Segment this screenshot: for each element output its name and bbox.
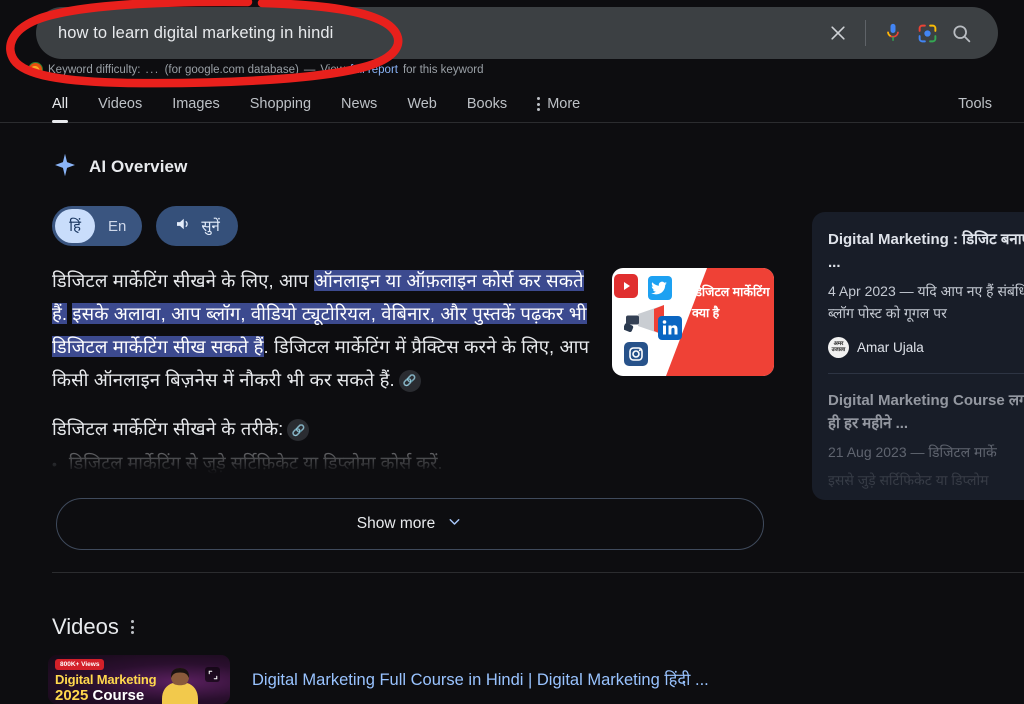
bullet-text: डिजिटल मार्केटिंग से जुड़े सर्टिफ़िकेट य… (68, 453, 443, 474)
ai-sparkle-icon (52, 152, 78, 183)
tab-shopping[interactable]: Shopping (250, 86, 311, 122)
tab-images[interactable]: Images (172, 86, 220, 122)
tab-label: Books (466, 96, 508, 112)
search-box-actions (821, 7, 998, 59)
source-item[interactable]: Digital Marketing : डिजिट बनाएंगे ... 4 … (828, 228, 1024, 358)
mic-icon[interactable] (876, 16, 910, 50)
tab-label: Videos (98, 96, 143, 112)
tab-videos[interactable]: Videos (98, 86, 142, 122)
video-thumbnail[interactable]: 800K+ Views Digital Marketing 2025 Cours… (48, 655, 230, 704)
keyword-difficulty-view: View (320, 63, 346, 76)
tab-label: Images (172, 96, 220, 112)
lens-icon[interactable] (910, 16, 944, 50)
source-title[interactable]: Digital Marketing : डिजिट बनाएंगे ... (828, 228, 1024, 274)
search-box[interactable]: how to learn digital marketing in hindi (36, 7, 998, 59)
source-snippet-2: इससे जुड़े सर्टिफिकेट या डिप्लोम (828, 472, 989, 488)
video-views-badge: 800K+ Views (55, 659, 105, 670)
show-more-button[interactable]: Show more (56, 498, 764, 550)
ai-overview-paragraph: डिजिटल मार्केटिंग सीखने के लिए, आप ऑनलाइ… (52, 264, 600, 396)
bullet-marker: • (52, 456, 57, 473)
keyword-difficulty-label: Keyword difficulty: (48, 63, 141, 76)
publisher-favicon-icon: अमर उजाला (828, 337, 849, 358)
ai-overview-sources-card: Digital Marketing : डिजिट बनाएंगे ... 4 … (812, 212, 1024, 500)
ai-overview-header: AI Overview (52, 152, 782, 182)
search-tabs: All Videos Images Shopping News Web Book… (52, 86, 610, 123)
full-report-link[interactable]: full report (350, 64, 398, 76)
clear-icon[interactable] (821, 16, 855, 50)
linkedin-icon (658, 316, 682, 340)
section-divider (52, 572, 1024, 573)
ai-overview-panel: AI Overview हिं En सुनें डिजिटल मार्केटि… (52, 152, 782, 477)
ai-overview-subheading: डिजिटल मार्केटिंग सीखने के तरीके: 🔗 (52, 416, 782, 442)
language-toggle[interactable]: हिं En (52, 206, 143, 246)
thumbnail-year: 2025 (55, 687, 89, 704)
search-icon[interactable] (944, 16, 978, 50)
keyword-difficulty-suffix: for this keyword (402, 63, 484, 76)
twitter-icon (648, 276, 672, 300)
tab-label: Shopping (249, 96, 312, 112)
thumbnail-text: डिजिटल मार्केटिंग क्या है (692, 285, 770, 320)
search-input[interactable]: how to learn digital marketing in hindi (58, 24, 821, 43)
tab-label: More (547, 96, 581, 112)
source-link-icon[interactable]: 🔗 (398, 370, 421, 393)
ai-overview-body: डिजिटल मार्केटिंग सीखने के लिए, आप ऑनलाइ… (52, 264, 782, 477)
video-result-row[interactable]: 800K+ Views Digital Marketing 2025 Cours… (48, 655, 709, 704)
tab-news[interactable]: News (341, 86, 377, 122)
ai-overview-controls: हिं En सुनें (52, 206, 782, 246)
videos-section-header: Videos (52, 614, 134, 640)
source-link-icon-2[interactable]: 🔗 (287, 419, 310, 442)
tab-label: All (52, 96, 69, 112)
thumbnail-line-1: Digital Marketing (55, 672, 157, 687)
tab-web[interactable]: Web (407, 86, 437, 122)
source-title[interactable]: Digital Marketing Course लगते ही हर महीन… (828, 389, 1024, 435)
source-snippet: 21 Aug 2023 — डिजिटल मार्के (828, 444, 997, 460)
ai-overview-title: AI Overview (89, 157, 188, 176)
kebab-icon (537, 97, 541, 111)
search-tabs-bar: All Videos Images Shopping News Web Book… (0, 86, 1024, 123)
tab-more[interactable]: More (537, 86, 580, 122)
chevron-down-icon (446, 513, 463, 535)
tools-label: Tools (958, 96, 992, 112)
tab-label: Web (407, 96, 437, 112)
speaker-icon (174, 215, 192, 237)
ai-overview-thumbnail[interactable]: डिजिटल मार्केटिंग क्या है (612, 268, 774, 376)
source-divider (828, 373, 1024, 374)
language-option-hindi[interactable]: हिं (55, 209, 95, 243)
thumbnail-course: Course (88, 687, 145, 704)
subheading-text: डिजिटल मार्केटिंग सीखने के तरीके: (52, 418, 284, 439)
keyword-difficulty-dash: — (303, 63, 316, 76)
language-option-english[interactable]: En (95, 209, 139, 243)
videos-heading: Videos (52, 614, 119, 639)
youtube-icon (614, 274, 638, 298)
ai-overview-bullet-faded: • डिजिटल मार्केटिंग से जुड़े सर्टिफ़िकेट… (52, 451, 782, 477)
keyword-difficulty-database: (for google.com database) (164, 63, 299, 76)
seo-extension-icon (28, 62, 43, 77)
tools-button[interactable]: Tools (958, 86, 992, 122)
para-part-1: डिजिटल मार्केटिंग सीखने के लिए, आप (52, 270, 314, 291)
publisher-name: Amar Ujala (857, 340, 924, 355)
presenter-photo (162, 668, 198, 704)
google-search-results-page: how to learn digital marketing in hindi (0, 0, 1024, 704)
source-item[interactable]: Digital Marketing Course लगते ही हर महीन… (828, 389, 1024, 491)
thumbnail-line-2: 2025 Course (55, 687, 144, 704)
show-more-label: Show more (356, 515, 436, 532)
instagram-icon (624, 342, 648, 366)
tab-label: News (341, 96, 378, 112)
listen-button[interactable]: सुनें (156, 206, 238, 246)
divider (865, 20, 866, 46)
videos-kebab-icon[interactable] (130, 620, 134, 634)
source-publisher: अमर उजाला Amar Ujala (828, 337, 1024, 358)
expand-icon[interactable] (205, 667, 220, 682)
keyword-difficulty-value: ... (145, 63, 160, 76)
keyword-difficulty-row: Keyword difficulty: ... (for google.com … (28, 62, 484, 77)
tab-all[interactable]: All (52, 86, 69, 123)
listen-label: सुनें (201, 218, 220, 235)
source-snippet: 4 Apr 2023 — यदि आप नए हैं संबंधित ब्लॉग… (828, 283, 1024, 321)
tab-books[interactable]: Books (467, 86, 507, 122)
video-title-link[interactable]: Digital Marketing Full Course in Hindi |… (252, 668, 709, 692)
